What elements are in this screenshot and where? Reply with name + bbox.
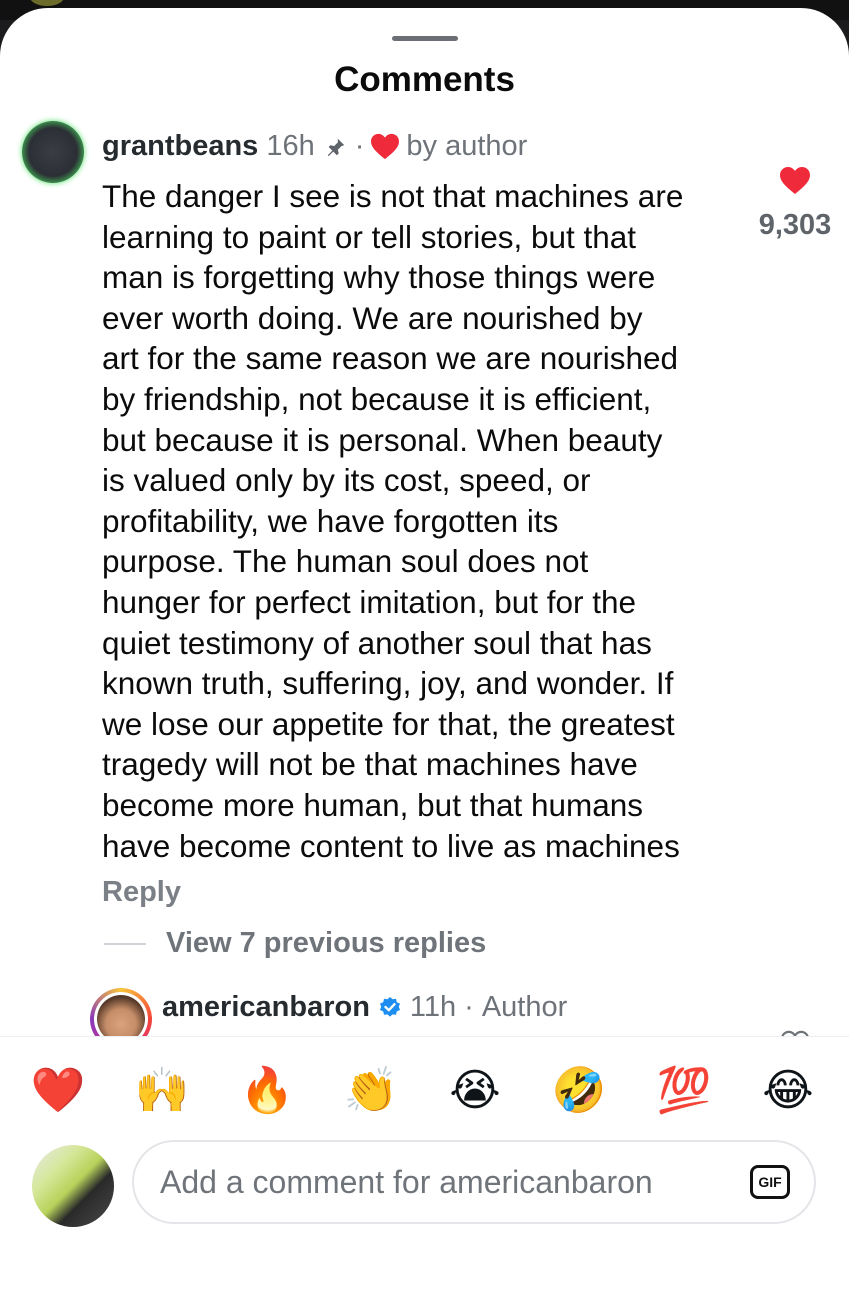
emoji-red-heart[interactable]: ❤️ bbox=[28, 1063, 88, 1119]
reply-author-tag: Author bbox=[481, 991, 568, 1023]
commenter-avatar[interactable] bbox=[22, 121, 84, 183]
comment-text-line: is valued only by its cost, speed, or bbox=[102, 462, 591, 499]
liked-by-author-label: by author bbox=[406, 130, 528, 162]
comment-text-line: by friendship, not because it is efficie… bbox=[102, 380, 652, 417]
comment-text-line: known truth, suffering, joy, and wonder.… bbox=[102, 665, 674, 702]
like-heart-icon[interactable] bbox=[779, 166, 811, 196]
comment-text-line: The danger I see is not that machines ar… bbox=[102, 178, 684, 214]
emoji-loudly-crying[interactable]: 😭 bbox=[445, 1063, 505, 1119]
comment-text-line: profitability, we have forgotten its bbox=[102, 502, 559, 539]
sheet-drag-handle[interactable] bbox=[392, 36, 458, 41]
reply-username[interactable]: americanbaron bbox=[162, 991, 370, 1024]
comment-text-line: but because it is personal. When beauty bbox=[102, 421, 663, 458]
background-content bbox=[30, 0, 64, 6]
emoji-raising-hands[interactable]: 🙌 bbox=[132, 1063, 192, 1119]
comment-header: grantbeans 16h · by author bbox=[102, 130, 527, 163]
emoji-clapping-hands[interactable]: 👏 bbox=[341, 1063, 401, 1119]
comment-text: The danger I see is not that machines ar… bbox=[102, 176, 752, 866]
pin-icon bbox=[327, 138, 344, 156]
reply-button[interactable]: Reply bbox=[102, 876, 181, 909]
view-replies-label: View 7 previous replies bbox=[166, 927, 487, 959]
emoji-fire[interactable]: 🔥 bbox=[237, 1063, 297, 1119]
separator-dot: · bbox=[354, 130, 365, 162]
current-user-avatar[interactable] bbox=[32, 1145, 114, 1227]
emoji-hundred-points[interactable]: 💯 bbox=[654, 1063, 714, 1119]
comment-text-line: we lose our appetite for that, the great… bbox=[102, 705, 675, 742]
gif-button[interactable]: GIF bbox=[750, 1165, 790, 1199]
reply-header: americanbaron 11h · Author bbox=[162, 991, 567, 1024]
commenter-username[interactable]: grantbeans bbox=[102, 130, 258, 163]
emoji-tears-of-joy[interactable]: 😂 bbox=[758, 1063, 818, 1119]
comment-text-line: quiet testimony of another soul that has bbox=[102, 624, 652, 661]
comment-time: 16h bbox=[266, 130, 315, 162]
sheet-title: Comments bbox=[334, 60, 515, 99]
comment-like-column: 9,303 bbox=[748, 166, 842, 242]
comment-text-line: become more human, but that humans bbox=[102, 786, 644, 823]
comment-text-line: learning to paint or tell stories, but t… bbox=[102, 218, 637, 255]
comment-input-field[interactable] bbox=[158, 1162, 750, 1202]
comment-text-line: hunger for perfect imitation, but for th… bbox=[102, 583, 637, 620]
comment-text-line: purpose. The human soul does not bbox=[102, 543, 589, 580]
comment-text-line: ever worth doing. We are nourished by bbox=[102, 299, 643, 336]
heart-icon bbox=[371, 133, 400, 159]
comment-text-line: art for the same reason we are nourished bbox=[102, 340, 679, 377]
reply-time: 11h bbox=[409, 991, 457, 1023]
replies-divider bbox=[104, 942, 146, 945]
like-count: 9,303 bbox=[758, 209, 832, 241]
view-previous-replies[interactable]: View 7 previous replies bbox=[104, 927, 486, 960]
verified-badge-icon bbox=[379, 996, 400, 1017]
gif-label: GIF bbox=[758, 1174, 782, 1190]
comment-composer[interactable]: GIF bbox=[132, 1140, 816, 1224]
comment-text-line: have become content to live as machines bbox=[102, 827, 680, 864]
comment-text-line: tragedy will not be that machines have bbox=[102, 746, 638, 783]
separator-dot: · bbox=[464, 991, 474, 1023]
comment-text-line: man is forgetting why those things were bbox=[102, 259, 656, 296]
emoji-rolling-laughing[interactable]: 🤣 bbox=[549, 1063, 609, 1119]
